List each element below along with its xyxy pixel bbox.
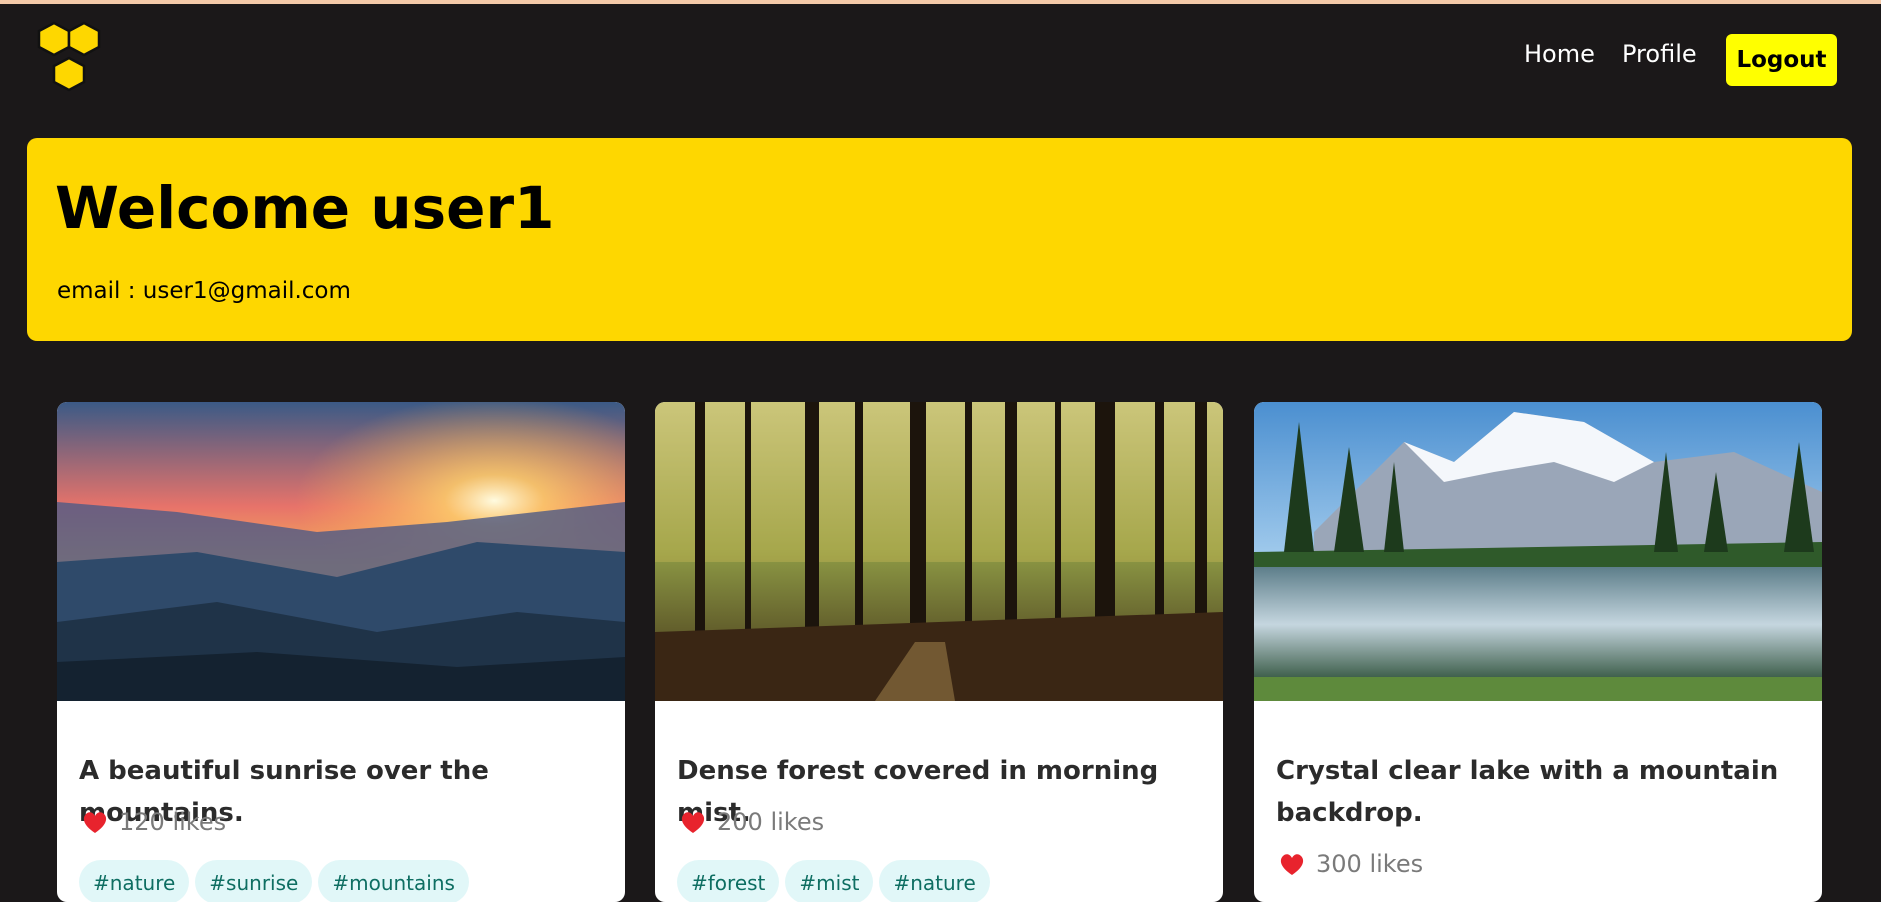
likes-label: 300 likes: [1316, 850, 1424, 878]
welcome-title: Welcome user1: [55, 174, 555, 242]
likes-count[interactable]: 300 likes: [1278, 850, 1423, 878]
mountain-lake-photo: [1254, 402, 1822, 701]
post-card[interactable]: Dense forest covered in morning mist. 20…: [655, 402, 1223, 902]
tag-chip[interactable]: #mist: [785, 860, 874, 902]
tag-list: #nature #sunrise #mountains: [79, 860, 475, 902]
post-card[interactable]: A beautiful sunrise over the mountains. …: [57, 402, 625, 902]
post-card[interactable]: Crystal clear lake with a mountain backd…: [1254, 402, 1822, 902]
likes-label: 120 likes: [119, 808, 227, 836]
tag-list: #forest #mist #nature: [677, 860, 996, 902]
misty-forest-photo: [655, 402, 1223, 701]
likes-count[interactable]: 200 likes: [679, 808, 824, 836]
heart-icon[interactable]: [1278, 851, 1306, 877]
post-title: Crystal clear lake with a mountain backd…: [1276, 756, 1779, 828]
tag-chip[interactable]: #forest: [677, 860, 780, 902]
heart-icon[interactable]: [81, 809, 109, 835]
logout-button[interactable]: Logout: [1726, 34, 1837, 86]
user-email: email : user1@gmail.com: [57, 278, 351, 304]
tag-chip[interactable]: #nature: [879, 860, 990, 902]
likes-count[interactable]: 120 likes: [81, 808, 226, 836]
welcome-banner: Welcome user1 email : user1@gmail.com: [27, 138, 1852, 341]
tag-chip[interactable]: #sunrise: [195, 860, 313, 902]
tag-chip[interactable]: #mountains: [318, 860, 469, 902]
tag-chip[interactable]: #nature: [79, 860, 190, 902]
honeycomb-logo-icon[interactable]: [34, 20, 114, 96]
likes-label: 200 likes: [717, 808, 825, 836]
navbar: Home Profile Logout: [0, 4, 1881, 110]
nav-home-link[interactable]: Home: [1524, 40, 1595, 68]
sunrise-mountains-photo: [57, 402, 625, 701]
nav-profile-link[interactable]: Profile: [1622, 40, 1697, 68]
heart-icon[interactable]: [679, 809, 707, 835]
